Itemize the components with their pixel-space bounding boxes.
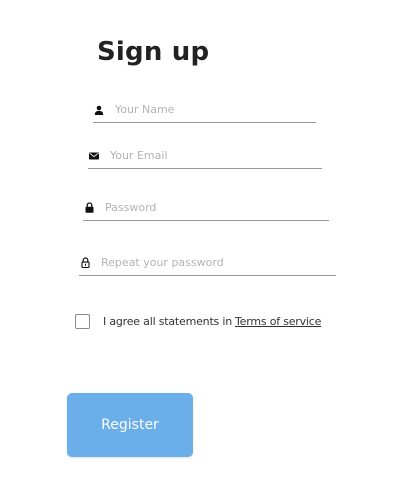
agree-row: I agree all statements in Terms of servic…: [75, 314, 321, 329]
page-title: Sign up: [97, 37, 210, 67]
password-input[interactable]: [105, 197, 329, 218]
terms-of-service-link[interactable]: Terms of service: [235, 315, 321, 328]
password-field-group: [83, 195, 329, 221]
user-icon: [93, 104, 105, 116]
name-input[interactable]: [115, 99, 316, 120]
email-field-group: [88, 143, 322, 169]
repeat-password-input[interactable]: [101, 252, 336, 273]
lock-outline-icon: [79, 257, 91, 269]
agree-label: I agree all statements in Terms of servic…: [103, 315, 321, 328]
register-button[interactable]: Register: [67, 393, 193, 457]
agree-statement: I agree all statements in: [103, 315, 233, 328]
agree-checkbox[interactable]: [75, 314, 90, 329]
name-field-group: [93, 97, 316, 123]
email-input[interactable]: [110, 145, 322, 166]
lock-icon: [83, 202, 95, 214]
repeat-password-field-group: [79, 250, 336, 276]
envelope-icon: [88, 150, 100, 162]
